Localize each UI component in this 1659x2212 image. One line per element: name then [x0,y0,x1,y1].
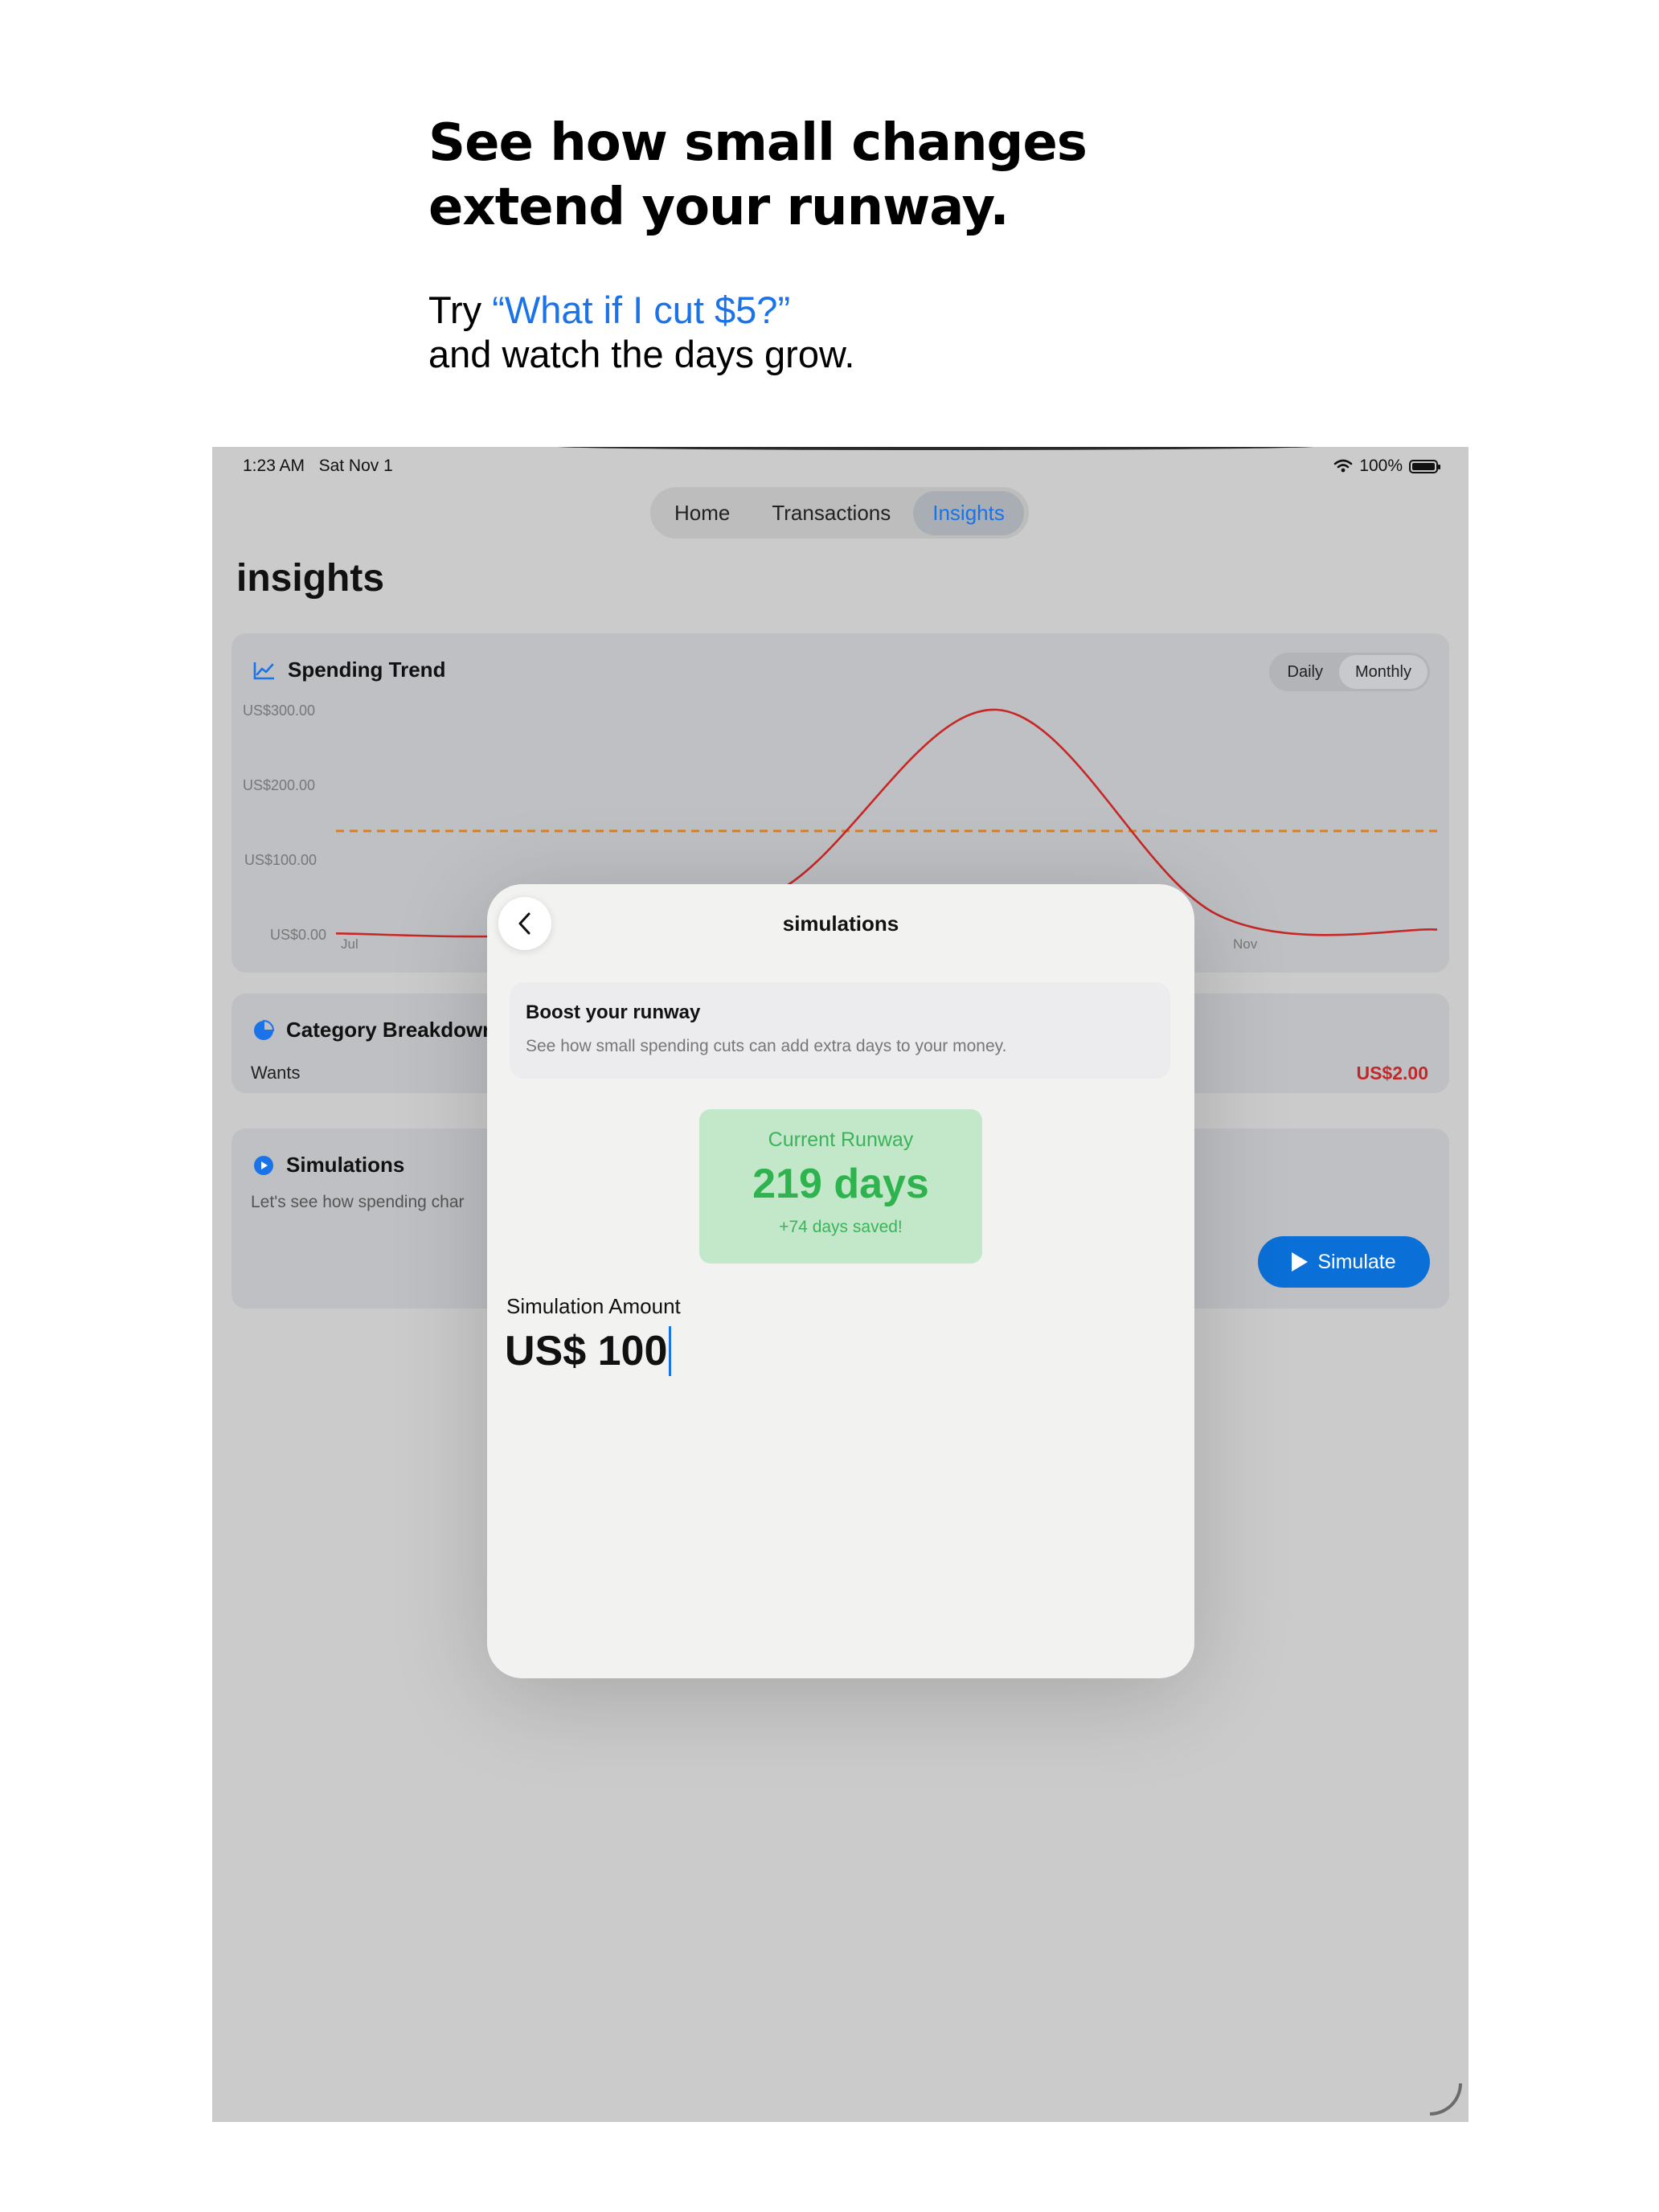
category-row-label: Wants [251,1063,301,1083]
boost-title: Boost your runway [526,1002,701,1023]
simulate-button-label: Simulate [1317,1250,1396,1273]
promo-sub-prefix: Try [428,289,493,331]
runway-value: 219 days [752,1161,929,1207]
simulation-amount-label: Simulation Amount [506,1294,681,1318]
trend-chart-icon [253,662,274,679]
spending-trend-label: Spending Trend [288,657,446,682]
promo-headline-line2: extend your runway. [428,178,1010,237]
category-breakdown-title: Category Breakdown [252,1018,495,1043]
play-circle-icon [254,1155,273,1175]
category-breakdown-label: Category Breakdown [286,1018,496,1042]
status-bar-left: 1:23 AM Sat Nov 1 [243,457,393,476]
status-time: 1:23 AM [243,457,305,475]
device-top-edge [550,447,1321,450]
device-screen: 1:23 AM Sat Nov 1 100% Home Transactions… [212,447,1469,2122]
status-bar-right: 100% [1333,457,1440,476]
toggle-daily[interactable]: Daily [1272,655,1339,689]
simulate-button[interactable]: Simulate [1258,1236,1430,1288]
x-tick-label: Nov [1233,936,1258,952]
boost-description: See how small spending cuts can add extr… [526,1037,1007,1055]
promo-sub-line2: and watch the days grow. [428,333,855,375]
y-tick-label: US$100.00 [244,852,317,868]
status-date: Sat Nov 1 [318,457,393,475]
text-caret [669,1326,672,1376]
boost-info-card: Boost your runway See how small spending… [510,982,1170,1079]
pie-chart-icon [254,1019,275,1040]
x-tick-label: Jul [341,936,358,952]
category-row-amount: US$2.00 [1356,1063,1428,1083]
wifi-icon [1333,459,1353,473]
promo-subline: Try “What if I cut $5?” and watch the da… [428,288,1393,376]
promo-sub-accent: “What if I cut $5?” [492,289,791,331]
y-tick-label: US$0.00 [270,927,326,943]
battery-icon [1409,459,1440,473]
runway-label: Current Runway [768,1129,914,1151]
resize-handle[interactable] [1430,2083,1462,2116]
period-toggle: Daily Monthly [1268,653,1430,691]
promo-headline-line1: See how small changes [428,113,1088,173]
simulations-label: Simulations [286,1153,405,1177]
y-tick-label: US$200.00 [243,777,315,793]
spending-trend-title: Spending Trend [252,657,445,682]
play-icon [1292,1252,1309,1272]
current-runway-card: Current Runway 219 days +74 days saved! [699,1109,982,1264]
simulation-amount-input[interactable]: US$ 100 [505,1326,672,1376]
top-tab-bar: Home Transactions Insights [650,487,1029,539]
tab-insights[interactable]: Insights [913,490,1024,535]
y-tick-label: US$300.00 [243,703,315,719]
simulations-title: Simulations [252,1153,404,1178]
battery-percent: 100% [1359,457,1403,475]
toggle-monthly[interactable]: Monthly [1338,655,1428,689]
modal-title: simulations [782,911,899,936]
simulations-description: Let's see how spending char [251,1193,465,1211]
tab-transactions[interactable]: Transactions [752,491,910,535]
page-title: insights [236,557,385,600]
runway-saved: +74 days saved! [779,1218,903,1236]
simulations-modal: simulations Boost your runway See how sm… [487,884,1194,1678]
promo-headline: See how small changes extend your runway… [428,111,1393,240]
simulation-amount-value: US$ 100 [505,1328,668,1374]
tab-home[interactable]: Home [655,491,749,535]
